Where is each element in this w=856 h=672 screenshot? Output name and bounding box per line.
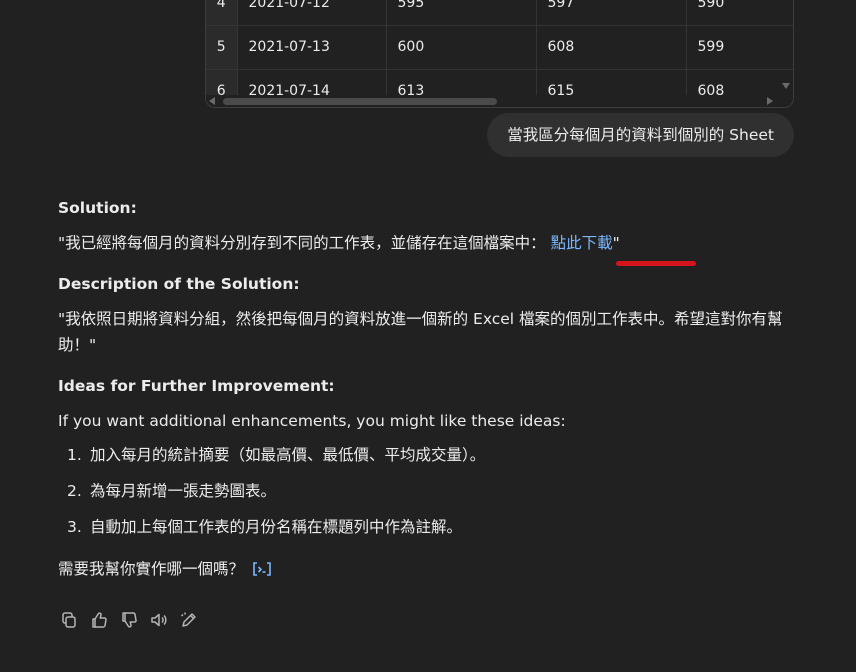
list-text: 為每月新增一張走勢圖表。: [90, 482, 277, 500]
code-interpreter-icon[interactable]: [252, 561, 272, 577]
read-aloud-icon[interactable]: [148, 609, 170, 631]
table-cell: 600: [386, 25, 537, 70]
solution-prefix: "我已經將每個月的資料分別存到不同的工作表，並儲存在這個檔案中：: [58, 234, 546, 252]
ideas-list: 1. 加入每月的統計摘要（如最高價、最低價、平均成交量）。 2. 為每月新增一張走勢…: [58, 442, 798, 540]
assistant-response: Solution: "我已經將每個月的資料分別存到不同的工作表，並儲存在這個檔案…: [58, 196, 798, 582]
row-index: 5: [206, 25, 238, 70]
horizontal-scrollbar[interactable]: [206, 95, 793, 107]
edit-regenerate-icon[interactable]: [178, 609, 200, 631]
description-heading: Description of the Solution:: [58, 275, 300, 293]
table-cell-date: 2021-07-12: [237, 0, 387, 26]
list-text: 自動加上每個工作表的月份名稱在標題列中作為註解。: [90, 518, 463, 536]
user-message-bubble: 當我區分每個月的資料到個別的 Sheet: [487, 113, 794, 157]
scroll-down-arrow-icon[interactable]: [782, 83, 790, 89]
follow-up-question: 需要我幫你實作哪一個嗎？: [58, 556, 798, 582]
solution-heading: Solution:: [58, 199, 137, 217]
chat-page: 4 2021-07-12 595 597 590 5 2021-07-13 60…: [0, 0, 856, 672]
table-row: 5 2021-07-13 600 608 599: [206, 25, 793, 70]
list-text: 加入每月的統計摘要（如最高價、最低價、平均成交量）。: [90, 446, 486, 464]
scroll-right-arrow-icon[interactable]: [767, 97, 773, 105]
list-item: 1. 加入每月的統計摘要（如最高價、最低價、平均成交量）。: [58, 442, 798, 468]
table-cell: 595: [386, 0, 537, 26]
table-cell: 599: [686, 25, 793, 70]
question-text: 需要我幫你實作哪一個嗎？: [58, 560, 245, 578]
thumbs-down-icon[interactable]: [118, 609, 140, 631]
table-cell: 608: [536, 25, 687, 70]
table-cell-date: 2021-07-13: [237, 25, 387, 70]
list-item: 2. 為每月新增一張走勢圖表。: [58, 478, 798, 504]
data-table: 4 2021-07-12 595 597 590 5 2021-07-13 60…: [206, 0, 793, 107]
scrollbar-thumb[interactable]: [223, 98, 497, 105]
scroll-left-arrow-icon[interactable]: [209, 97, 215, 105]
ideas-heading: Ideas for Further Improvement:: [58, 377, 335, 395]
list-number: 1.: [67, 446, 82, 464]
list-number: 3.: [67, 518, 82, 536]
thumbs-up-icon[interactable]: [88, 609, 110, 631]
copy-icon[interactable]: [58, 609, 80, 631]
table-cell: 590: [686, 0, 793, 26]
solution-suffix: ": [612, 234, 620, 252]
highlight-underline: [616, 261, 696, 266]
message-actions: [58, 609, 200, 631]
list-number: 2.: [67, 482, 82, 500]
row-index: 4: [206, 0, 238, 26]
table-row: 4 2021-07-12 595 597 590: [206, 0, 793, 26]
list-item: 3. 自動加上每個工作表的月份名稱在標題列中作為註解。: [58, 514, 798, 540]
description-text: "我依照日期將資料分組，然後把每個月的資料放進一個新的 Excel 檔案的個別工…: [58, 310, 783, 354]
data-table-panel: 4 2021-07-12 595 597 590 5 2021-07-13 60…: [205, 0, 794, 108]
solution-text: "我已經將每個月的資料分別存到不同的工作表，並儲存在這個檔案中： 點此下載": [58, 230, 798, 256]
download-link[interactable]: 點此下載: [551, 234, 613, 252]
ideas-intro: If you want additional enhancements, you…: [58, 412, 566, 430]
table-cell: 597: [536, 0, 687, 26]
